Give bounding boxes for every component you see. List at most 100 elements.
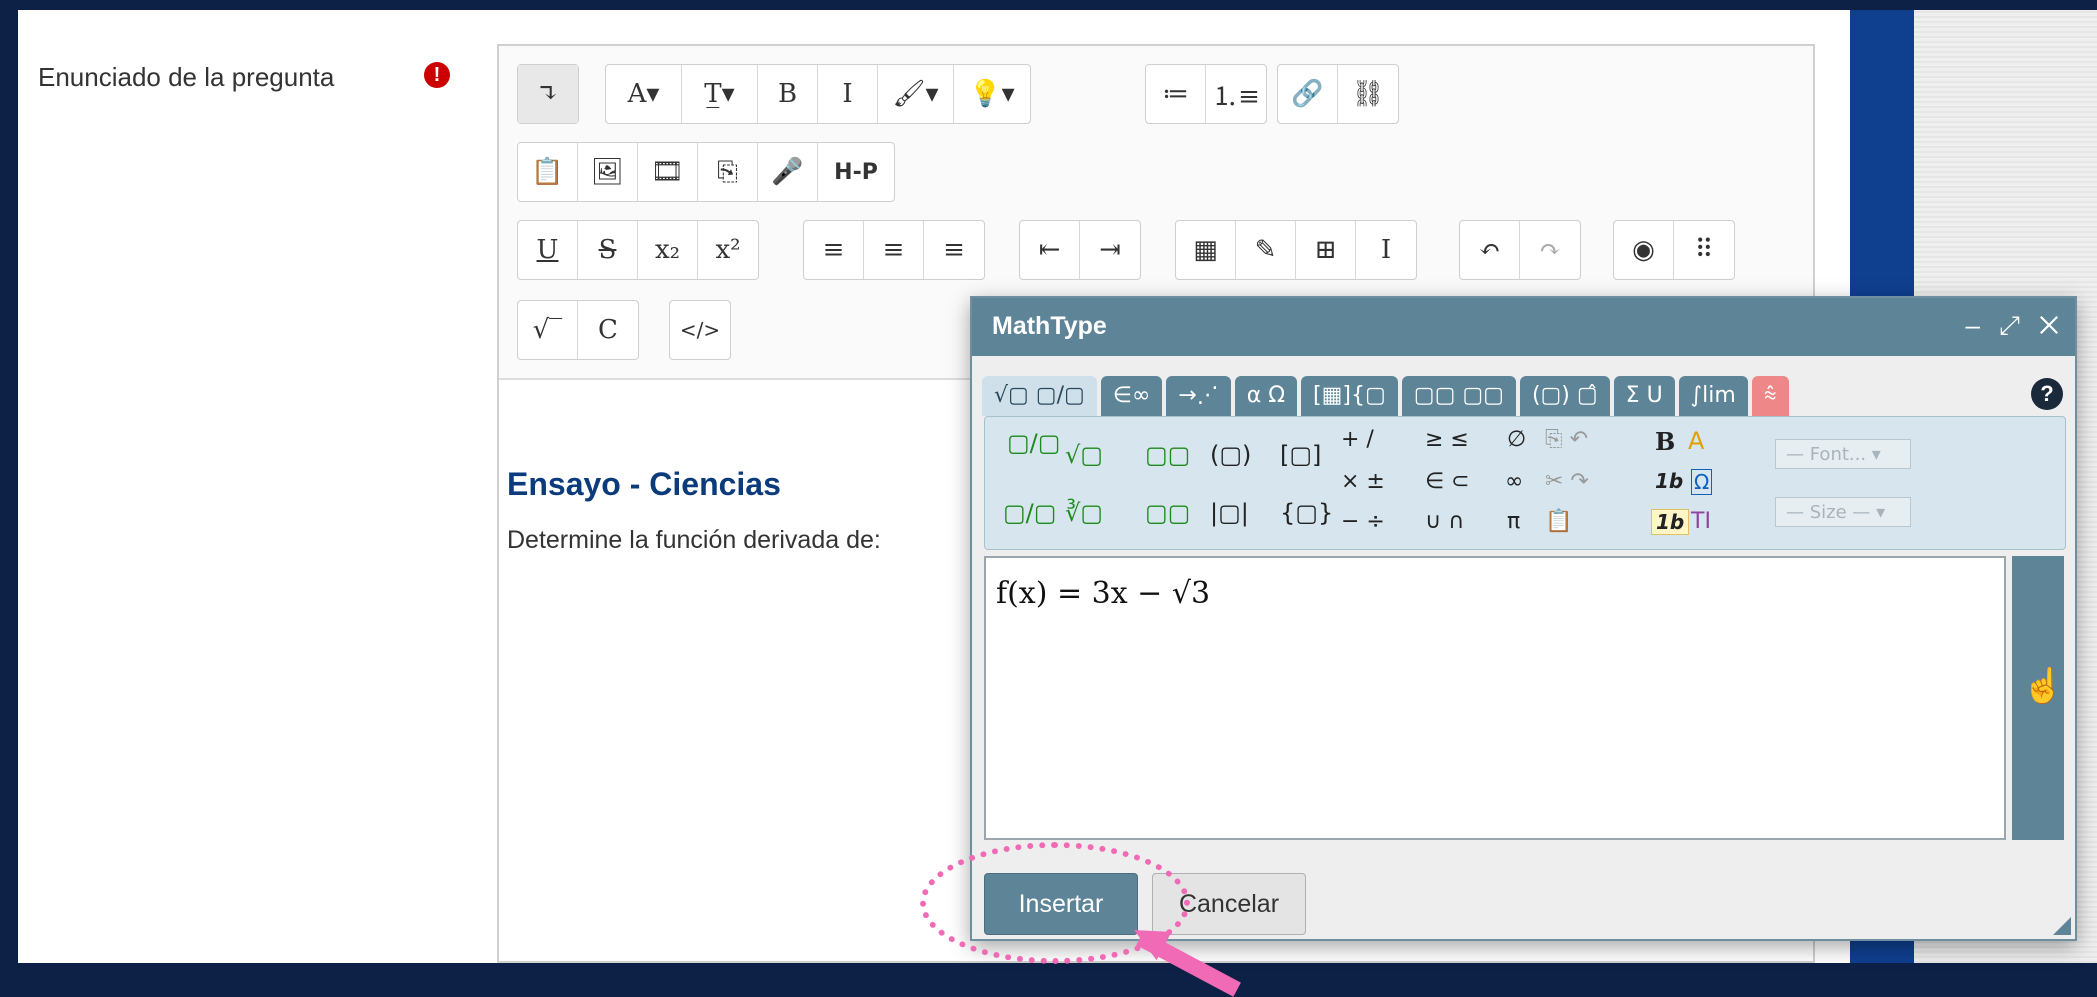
toolbar-group-toggle: ↴ xyxy=(517,64,579,124)
sqrt-icon[interactable]: √▢ xyxy=(1065,441,1103,469)
brackets-icon[interactable]: [▢] xyxy=(1280,441,1321,469)
cut-icon[interactable]: ✂ ↷ xyxy=(1545,469,1589,494)
content-title: Ensayo - Ciencias xyxy=(507,466,781,502)
omega-icon[interactable]: Ω xyxy=(1691,469,1713,495)
superscript-button[interactable]: x² xyxy=(698,221,758,279)
fraction-icon[interactable]: ▢/▢ xyxy=(1007,429,1060,457)
absolute-value-icon[interactable]: |▢| xyxy=(1210,499,1249,527)
strike-button[interactable]: S xyxy=(578,221,638,279)
numbered-list-button[interactable]: ⒈≡ xyxy=(1206,65,1266,123)
slash-fraction-icon[interactable]: ▢/▢ xyxy=(1003,499,1056,527)
handwriting-panel[interactable]: ☝ xyxy=(2012,556,2064,840)
align-center-button[interactable]: ≡ xyxy=(864,221,924,279)
italic-button[interactable]: I xyxy=(818,65,878,123)
mathtype-dialog[interactable]: MathType – ⤢ ✕ √▢ ▢/▢ ∈∞ →⋰ α Ω [▦]{▢ ▢▢… xyxy=(970,296,2077,941)
tab-general[interactable]: √▢ ▢/▢ xyxy=(982,376,1097,416)
font-color-button[interactable]: A▾ xyxy=(606,65,682,123)
toolbar-group-align: ≡ ≡ ≡ xyxy=(803,220,985,280)
underline-button[interactable]: U xyxy=(518,221,578,279)
unlink-button[interactable]: ⛓ xyxy=(1338,65,1398,123)
font-select[interactable]: — Font... ▾ xyxy=(1775,439,1911,469)
nth-root-icon[interactable]: ∛▢ xyxy=(1065,499,1103,527)
bold-button[interactable]: B xyxy=(758,65,818,123)
content-text: Determine la función derivada de: xyxy=(507,526,881,554)
size-select[interactable]: — Size — ▾ xyxy=(1775,497,1911,527)
table-button[interactable]: ⊞ xyxy=(1296,221,1356,279)
tab-big-operators[interactable]: Σ U xyxy=(1613,376,1675,416)
toolbar-group-html: </> xyxy=(669,300,731,360)
italic-selected-icon[interactable]: 1b xyxy=(1651,509,1690,535)
ops-row2[interactable]: × ± xyxy=(1341,469,1385,494)
undo-button[interactable]: ↶ xyxy=(1460,221,1520,279)
indent-button[interactable]: ⇥ xyxy=(1080,221,1140,279)
empty-set-icon[interactable]: ∅ xyxy=(1507,427,1526,452)
tab-calculus[interactable]: ∫lim xyxy=(1678,376,1748,416)
text-icon[interactable]: TI xyxy=(1691,509,1711,534)
hand-icon[interactable]: ☝ xyxy=(2022,666,2064,706)
bullet-list-button[interactable]: ≔ xyxy=(1146,65,1206,123)
rel-row1[interactable]: ≥ ≤ xyxy=(1425,427,1469,452)
font-size-button[interactable]: T̲▾ xyxy=(682,65,758,123)
toolbar-group-media: 📋 🖼 🎞 ⎘ 🎤 H-P xyxy=(517,142,895,202)
tab-matrices[interactable]: [▦]{▢ xyxy=(1301,376,1398,416)
html-button[interactable]: </> xyxy=(670,301,730,359)
dialog-header[interactable]: MathType – ⤢ ✕ xyxy=(972,298,2075,356)
resize-handle[interactable] xyxy=(2053,917,2071,935)
superscript-icon[interactable]: ▢▢ xyxy=(1145,441,1190,469)
question-label: Enunciado de la pregunta xyxy=(38,62,335,92)
mathtype-button[interactable]: √‾ xyxy=(518,301,578,359)
help-icon[interactable]: ? xyxy=(2031,378,2063,410)
toolbar-group-indent: ⇤ ⇥ xyxy=(1019,220,1141,280)
toolbar-group-links: 🔗 ⛓ xyxy=(1277,64,1399,124)
toolbar-group-math: √‾ C xyxy=(517,300,639,360)
window-controls[interactable]: – ⤢ ✕ xyxy=(1965,310,2065,342)
exclamation-icon: ! xyxy=(424,62,450,88)
record-audio-button[interactable]: 🎤 xyxy=(758,143,818,201)
paste-icon[interactable]: 📋 xyxy=(1545,509,1572,534)
paste-button[interactable]: 📋 xyxy=(518,143,578,201)
parentheses-icon[interactable]: (▢) xyxy=(1210,441,1251,469)
image-button[interactable]: 🖼 xyxy=(578,143,638,201)
tab-scripts[interactable]: ▢▢ ▢▢ xyxy=(1401,376,1516,416)
subscript-button[interactable]: x₂ xyxy=(638,221,698,279)
color-icon[interactable]: A xyxy=(1688,427,1704,455)
cursor-button[interactable]: I xyxy=(1356,221,1416,279)
subscript-icon[interactable]: ▢▢ xyxy=(1145,499,1190,527)
rel-row2[interactable]: ∈ ⊂ xyxy=(1425,469,1470,494)
pi-icon[interactable]: π xyxy=(1507,509,1520,534)
rel-row3[interactable]: ∪ ∩ xyxy=(1425,509,1464,534)
style-button[interactable]: 💡▾ xyxy=(954,65,1030,123)
braces-icon[interactable]: {▢} xyxy=(1280,499,1333,527)
calculator-icon[interactable]: ▦ xyxy=(1176,221,1236,279)
infinity-icon[interactable]: ∞ xyxy=(1505,469,1523,494)
mathtype-palette: ▢/▢ √▢ ▢▢ (▢) [▢] + / × ± − ÷ ≥ ≤ ∈ ⊂ ∪ … xyxy=(984,416,2066,550)
formula-text[interactable]: f(x) = 3x − √3 xyxy=(996,576,1210,611)
link-button[interactable]: 🔗 xyxy=(1278,65,1338,123)
tab-arrows[interactable]: →⋰ xyxy=(1166,376,1231,416)
redo-button[interactable]: ↷ xyxy=(1520,221,1580,279)
toolbar-group-history: ↶ ↷ xyxy=(1459,220,1581,280)
ops-row3[interactable]: − ÷ xyxy=(1341,509,1385,534)
media-button[interactable]: 🎞 xyxy=(638,143,698,201)
accessibility-button[interactable]: ◉ xyxy=(1614,221,1674,279)
chemtype-button[interactable]: C xyxy=(578,301,638,359)
outdent-button[interactable]: ⇤ xyxy=(1020,221,1080,279)
formula-editor[interactable]: f(x) = 3x − √3 xyxy=(984,556,2006,840)
copy-icon[interactable]: ⎘ ↶ xyxy=(1545,427,1588,452)
align-left-button[interactable]: ≡ xyxy=(804,221,864,279)
copy-button[interactable]: ⎘ xyxy=(698,143,758,201)
tab-decorations[interactable]: (▢) ▢̂ xyxy=(1519,376,1610,416)
bold-icon[interactable]: B xyxy=(1655,427,1675,456)
ops-row1[interactable]: + / xyxy=(1341,427,1374,452)
edit-icon[interactable]: ✎ xyxy=(1236,221,1296,279)
italic-icon[interactable]: 1b xyxy=(1655,469,1683,493)
highlight-button[interactable]: 🖌▾ xyxy=(878,65,954,123)
h5p-button[interactable]: H-P xyxy=(818,143,894,201)
align-right-button[interactable]: ≡ xyxy=(924,221,984,279)
tab-greek[interactable]: α Ω xyxy=(1234,376,1298,416)
toolbar-toggle-button[interactable]: ↴ xyxy=(518,65,578,123)
screenreader-button[interactable]: ⠿ xyxy=(1674,221,1734,279)
tab-symbols[interactable]: ∈∞ xyxy=(1100,376,1163,416)
toolbar-group-text-style: U S x₂ x² xyxy=(517,220,759,280)
tab-handwriting[interactable]: ⩯ xyxy=(1751,376,1789,416)
